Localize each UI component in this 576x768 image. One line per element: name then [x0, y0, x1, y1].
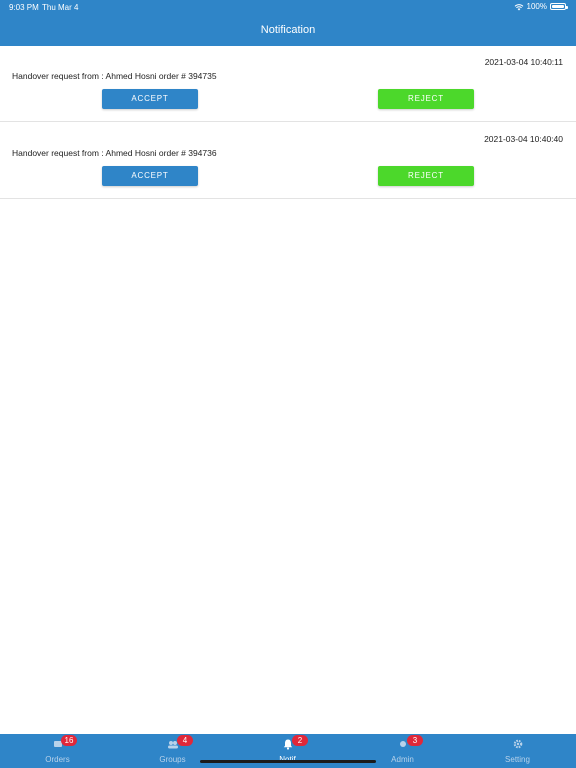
badge-count: 4 [177, 735, 193, 746]
home-indicator[interactable] [200, 760, 376, 763]
notification-item: 2021-03-04 10:40:11 Handover request fro… [0, 46, 576, 122]
notification-message: Handover request from : Ahmed Hosni orde… [12, 71, 217, 81]
status-bar: 9:03 PM Thu Mar 4 100% [0, 0, 576, 14]
notification-item: 2021-03-04 10:40:40 Handover request fro… [0, 123, 576, 199]
tab-orders[interactable]: 16 Orders [0, 734, 115, 768]
header: 9:03 PM Thu Mar 4 100% Notification [0, 0, 576, 46]
page-title: Notification [260, 24, 316, 36]
battery-percent: 100% [526, 2, 547, 11]
gear-icon [513, 739, 522, 749]
badge-count: 2 [292, 735, 308, 746]
tab-setting[interactable]: Setting [460, 734, 575, 768]
tab-label: Setting [505, 755, 530, 764]
reject-button[interactable]: REJECT [378, 166, 474, 186]
badge-count: 16 [61, 735, 77, 746]
status-time: 9:03 PM [9, 3, 39, 12]
notification-timestamp: 2021-03-04 10:40:11 [484, 57, 563, 67]
accept-button[interactable]: ACCEPT [102, 89, 198, 109]
status-indicators: 100% [514, 2, 568, 11]
battery-icon [550, 3, 568, 10]
notification-timestamp: 2021-03-04 10:40:40 [484, 134, 563, 144]
reject-button[interactable]: REJECT [378, 89, 474, 109]
notification-message: Handover request from : Ahmed Hosni orde… [12, 148, 217, 158]
tab-label: Orders [45, 755, 70, 764]
accept-button[interactable]: ACCEPT [102, 166, 198, 186]
status-date: Thu Mar 4 [42, 3, 79, 12]
wifi-icon [514, 3, 523, 10]
badge-count: 3 [407, 735, 423, 746]
